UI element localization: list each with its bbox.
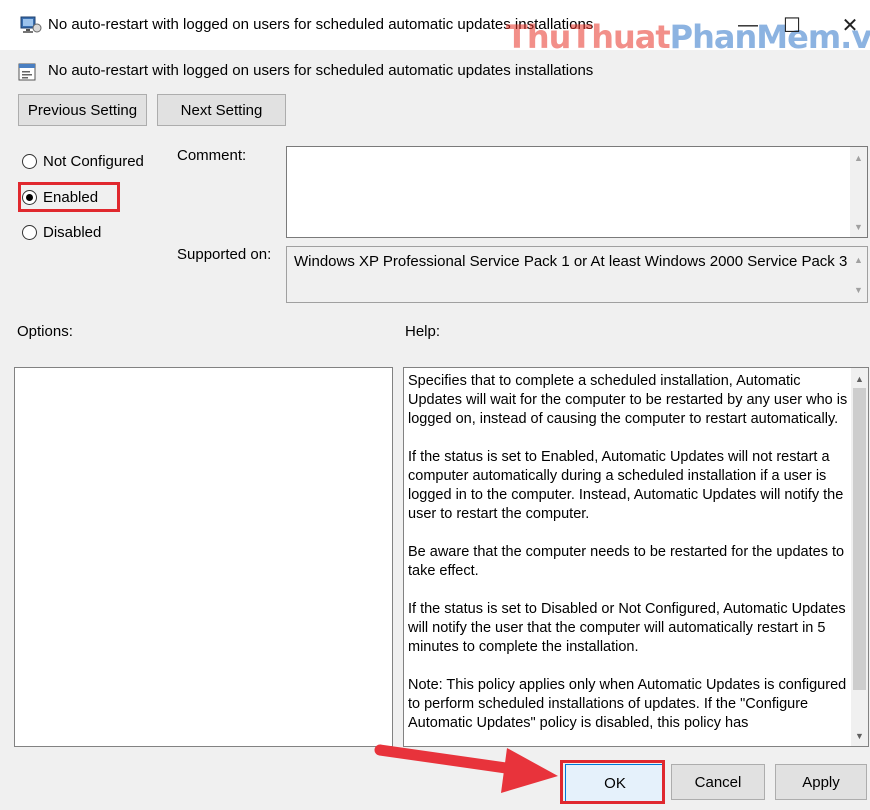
- cancel-button[interactable]: Cancel: [671, 764, 765, 800]
- ok-highlight-box: [560, 760, 665, 804]
- apply-button[interactable]: Apply: [775, 764, 867, 800]
- red-arrow-annotation: [374, 744, 558, 793]
